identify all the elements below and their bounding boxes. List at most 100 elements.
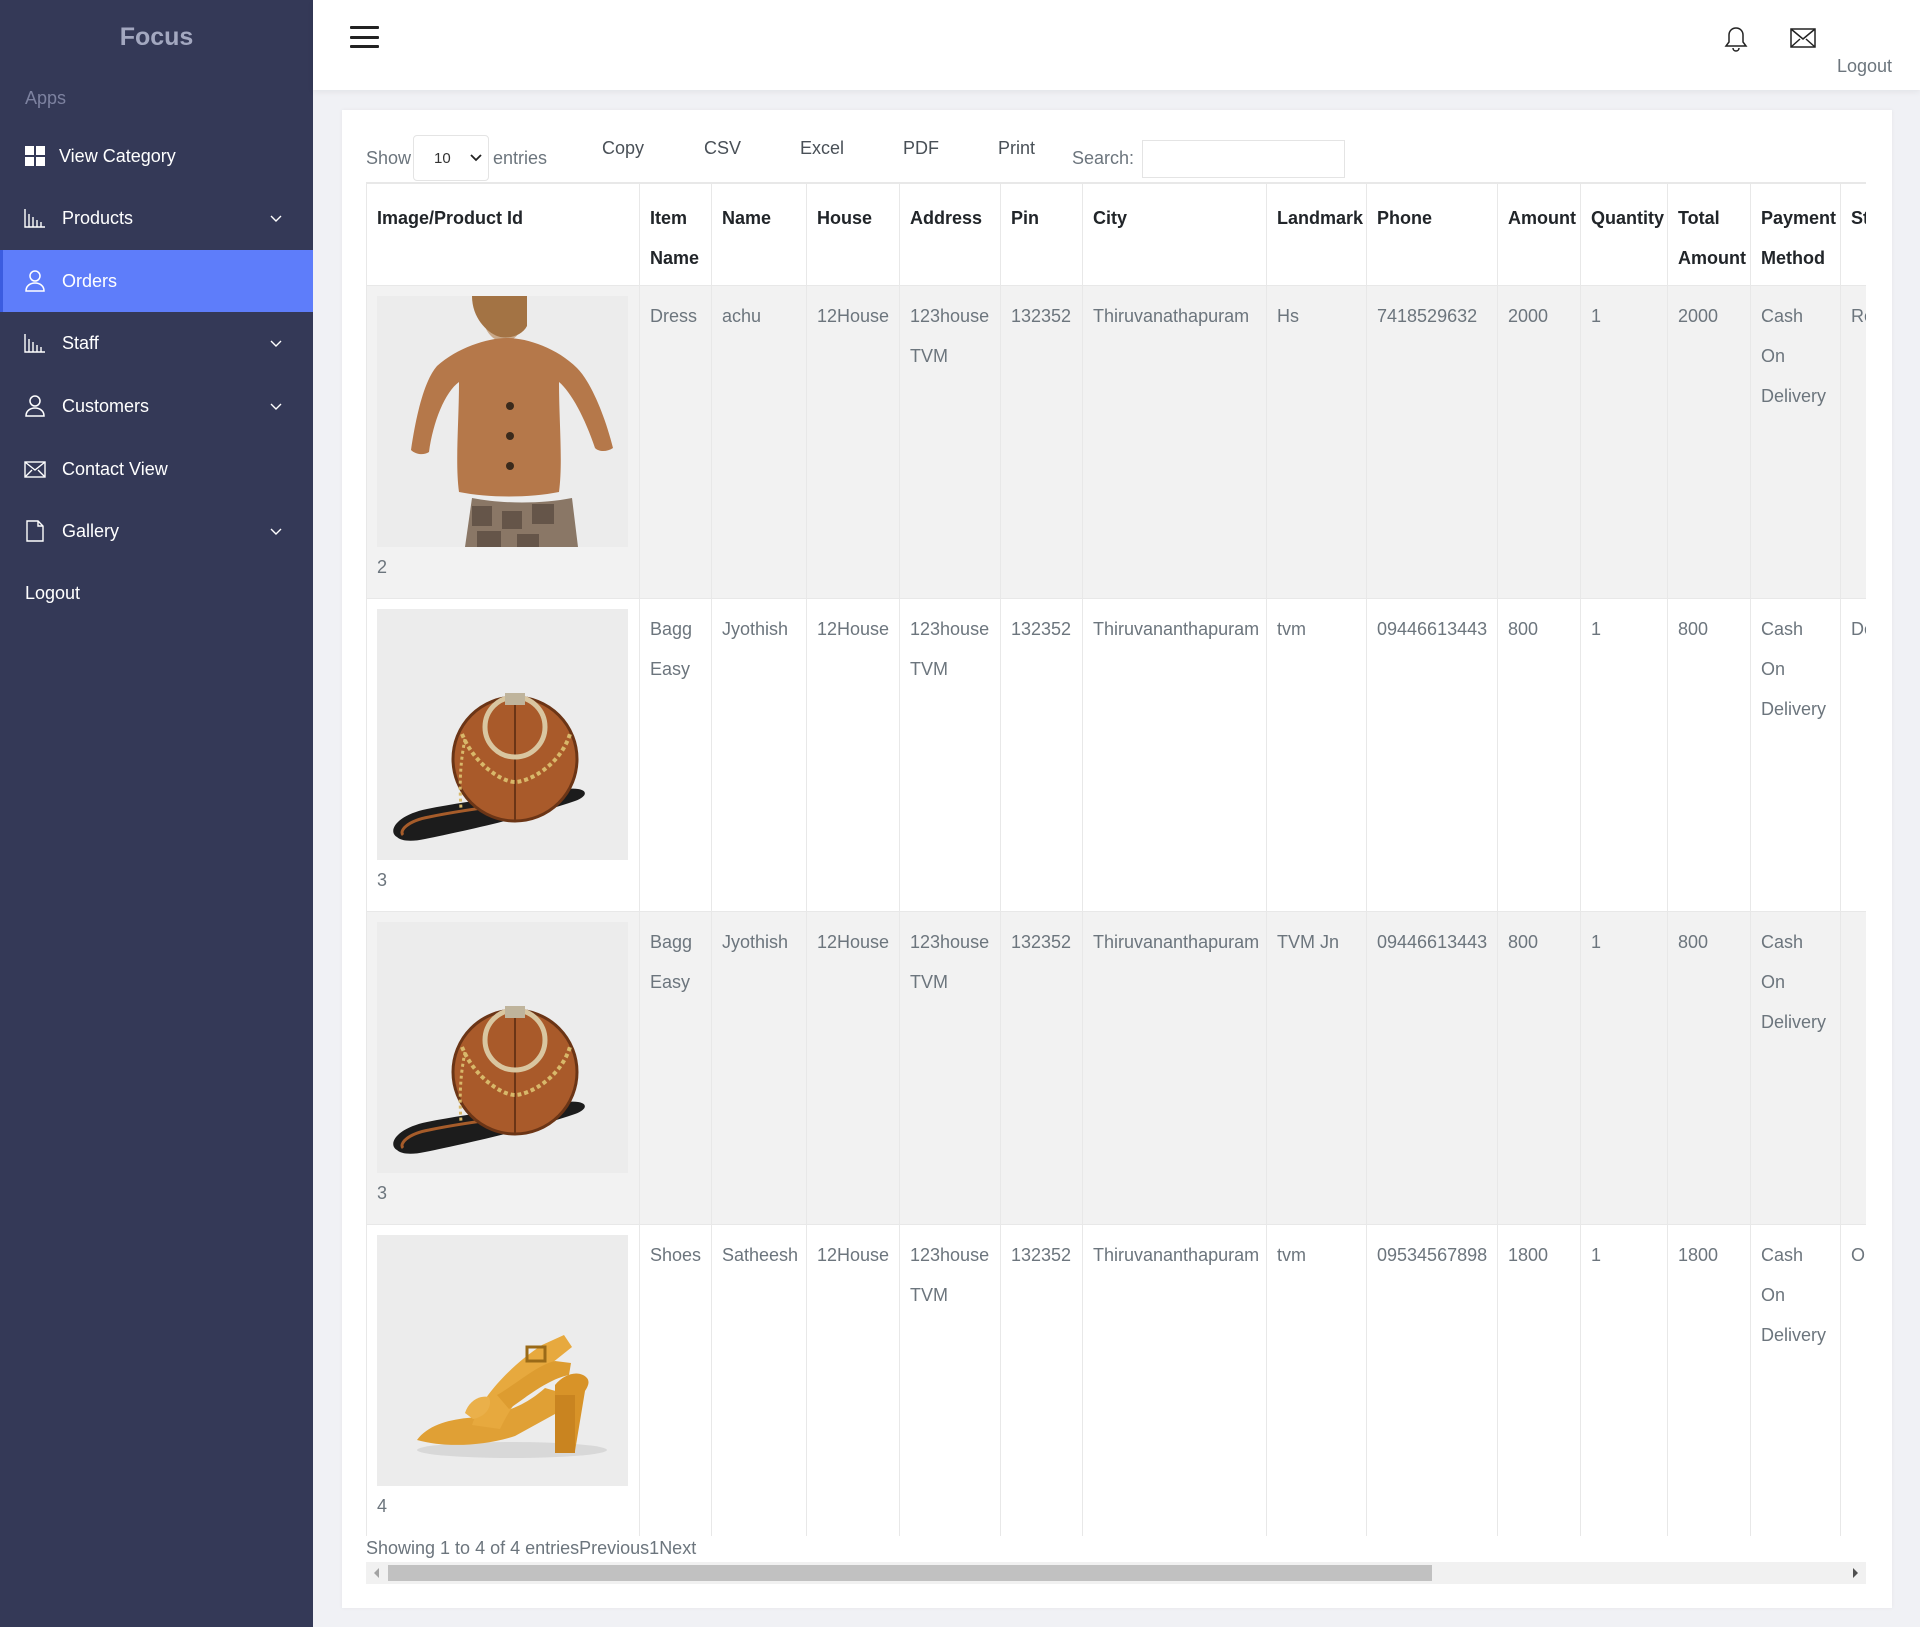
quantity-cell: 1 [1580,598,1668,912]
house-cell: 12House [806,911,900,1225]
total-amount-cell: 2000 [1667,285,1751,599]
status-cell: De [1840,598,1866,912]
print-button[interactable]: Print [998,138,1035,159]
city-cell: Thiruvananthapuram [1082,911,1267,1225]
search-label: Search: [1072,148,1135,168]
table-header-row: Image/Product Id Item Name Name House Ad… [366,183,1866,286]
product-image-shoe [377,1235,628,1486]
item-name-cell: Bagg Easy [639,911,712,1225]
copy-button[interactable]: Copy [602,138,644,159]
image-cell: 4 [366,1224,640,1536]
sidebar-item-products[interactable]: Products [0,187,313,249]
sidebar-item-logout[interactable]: Logout [0,562,313,624]
sidebar-item-label: Contact View [62,458,168,479]
total-amount-cell: 800 [1667,911,1751,1225]
search-input[interactable] [1142,140,1345,178]
sidebar-item-contact-view[interactable]: Contact View [0,438,313,500]
house-cell: 12House [806,285,900,599]
column-header[interactable]: Name [711,183,807,286]
excel-button[interactable]: Excel [800,138,844,159]
address-cell: 123house TVM [899,285,1001,599]
brand-logo[interactable]: Focus [0,0,313,74]
column-header[interactable]: Quantity [1580,183,1668,286]
user-icon [24,395,46,417]
payment-method-cell: Cash On Delivery [1750,911,1841,1225]
item-name-cell: Dress [639,285,712,599]
column-header[interactable]: Landmark [1266,183,1367,286]
sidebar: Focus Apps View Category Products Orders… [0,0,313,1627]
house-cell: 12House [806,598,900,912]
scroll-right-arrow-icon[interactable] [1853,1568,1858,1578]
column-header[interactable]: City [1082,183,1267,286]
column-header[interactable]: Pin [1000,183,1083,286]
hamburger-menu-icon[interactable] [350,26,379,48]
sidebar-item-customers[interactable]: Customers [0,375,313,437]
header-logout-link[interactable]: Logout [1837,56,1892,77]
sidebar-item-label: Orders [62,270,118,291]
status-cell: Re [1840,285,1866,599]
amount-cell: 1800 [1497,1224,1581,1536]
column-header[interactable]: Image/Product Id [366,183,640,286]
bar-chart-icon [24,207,46,229]
name-cell: achu [711,285,807,599]
chevron-down-icon [470,154,482,162]
table-row: 2 Dress achu 12House 123house TVM 132352… [366,285,1866,599]
amount-cell: 2000 [1497,285,1581,599]
column-header[interactable]: House [806,183,900,286]
scrollbar-thumb[interactable] [388,1565,1432,1581]
amount-cell: 800 [1497,911,1581,1225]
orders-table-wrapper: Image/Product Id Item Name Name House Ad… [366,182,1866,1536]
column-header[interactable]: St [1840,183,1866,286]
phone-cell: 7418529632 [1366,285,1498,599]
mail-icon[interactable] [1790,28,1816,48]
mail-icon [24,458,46,480]
item-name-cell: Shoes [639,1224,712,1536]
entries-select[interactable]: 10 [413,135,490,181]
city-cell: Thiruvanathapuram [1082,285,1267,599]
sidebar-item-view-category[interactable]: View Category [0,125,313,187]
name-cell: Jyothish [711,598,807,912]
sidebar-item-label: Customers [62,395,150,416]
page-1-button[interactable]: 1 [649,1538,659,1558]
column-header[interactable]: Phone [1366,183,1498,286]
bell-icon[interactable] [1724,26,1748,52]
csv-button[interactable]: CSV [704,138,741,159]
table-row: 3 Bagg Easy Jyothish 12House 123house TV… [366,598,1866,912]
landmark-cell: Hs [1266,285,1367,599]
product-image-bag [377,609,628,860]
table-pagination-info: Showing 1 to 4 of 4 entriesPrevious1Next [366,1538,696,1559]
phone-cell: 09534567898 [1366,1224,1498,1536]
file-icon [24,520,46,542]
orders-card: Show 10 entries Copy CSV Excel PDF Print… [342,110,1892,1608]
column-header[interactable]: Total Amount [1667,183,1751,286]
previous-page-button[interactable]: Previous [579,1538,649,1558]
scroll-left-arrow-icon[interactable] [374,1568,379,1578]
item-name-cell: Bagg Easy [639,598,712,912]
sidebar-item-gallery[interactable]: Gallery [0,500,313,562]
landmark-cell: TVM Jn [1266,911,1367,1225]
sidebar-item-staff[interactable]: Staff [0,312,313,374]
user-icon [24,270,46,292]
address-cell: 123house TVM [899,911,1001,1225]
table-row: 3 Bagg Easy Jyothish 12House 123house TV… [366,911,1866,1225]
horizontal-scrollbar[interactable] [366,1562,1866,1584]
name-cell: Satheesh [711,1224,807,1536]
landmark-cell: tvm [1266,1224,1367,1536]
column-header[interactable]: Payment Method [1750,183,1841,286]
pin-cell: 132352 [1000,285,1083,599]
column-header[interactable]: Amount [1497,183,1581,286]
sidebar-item-label: View Category [59,145,176,166]
next-page-button[interactable]: Next [659,1538,696,1558]
name-cell: Jyothish [711,911,807,1225]
quantity-cell: 1 [1580,1224,1668,1536]
grid-icon [24,145,46,167]
column-header[interactable]: Address [899,183,1001,286]
sidebar-item-orders[interactable]: Orders [0,250,313,312]
city-cell: Thiruvananthapuram [1082,1224,1267,1536]
column-header[interactable]: Item Name [639,183,712,286]
product-image-sweater [377,296,628,547]
address-cell: 123house TVM [899,598,1001,912]
pdf-button[interactable]: PDF [903,138,939,159]
chevron-down-icon [270,340,282,347]
product-image-bag [377,922,628,1173]
